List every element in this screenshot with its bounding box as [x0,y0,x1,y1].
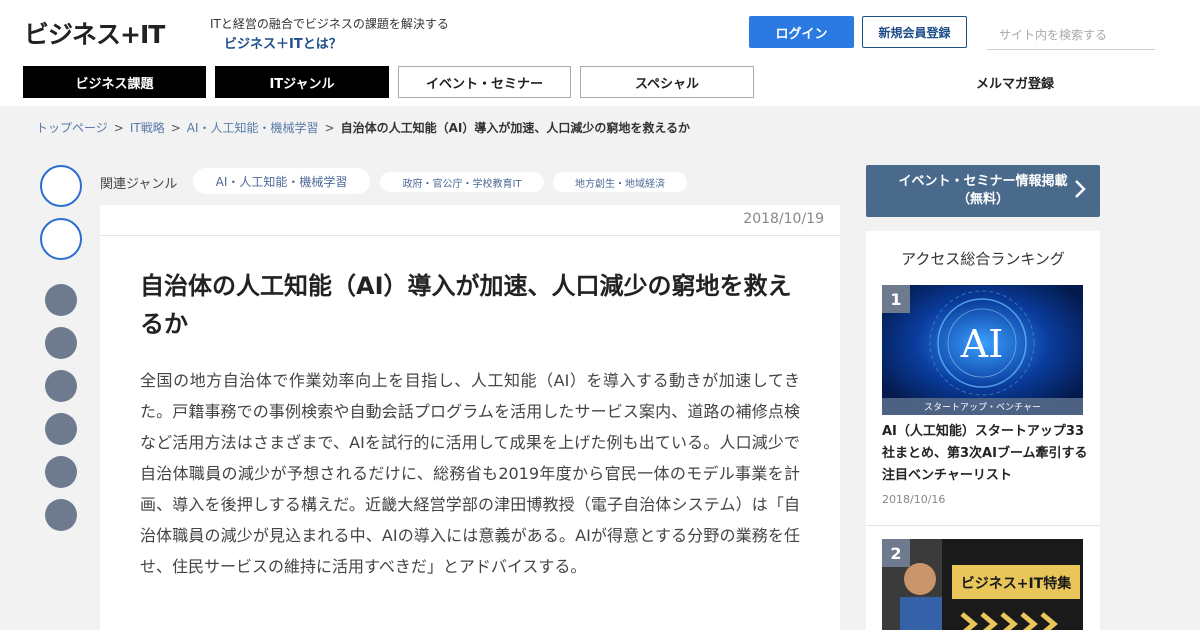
logo-text: ビジネス+IT [24,20,165,49]
nav-events[interactable]: イベント・セミナー [398,66,571,98]
site-tagline: ITと経営の融合でビジネスの課題を解決する [210,17,449,31]
genre-tag-regional[interactable]: 地方創生・地域経済 [553,172,687,192]
search-input[interactable] [987,20,1155,50]
rank-number-2: 2 [882,539,910,567]
breadcrumb-link-it-strategy[interactable]: IT戦略 [130,121,165,135]
genre-tag-ai[interactable]: AI・人工知能・機械学習 [193,168,370,194]
share-button-7[interactable] [45,456,77,488]
ranking-title: アクセス総合ランキング [901,250,1065,268]
breadcrumb-link-top[interactable]: トップページ [36,121,108,135]
site-logo[interactable]: ビジネス+IT [24,14,184,50]
article-date: 2018/10/19 [743,211,824,227]
article-title: 自治体の人工知能（AI）導入が加速、人口減少の窮地を救えるか [140,272,792,338]
related-genre-label: 関連ジャンル [100,177,178,192]
ai-brain-image: AI [882,285,1083,415]
ranking-divider [866,525,1100,526]
about-link[interactable]: ビジネス＋ITとは？ [224,33,342,52]
share-button-5[interactable] [45,370,77,402]
ranking-item-1-date: 2018/10/16 [882,493,946,506]
breadcrumb-link-ai[interactable]: AI・人工知能・機械学習 [187,121,319,135]
ranking-item-1-title[interactable]: AI（人工知能）スタートアップ33社まとめ、第3次AIブーム牽引する注目ベンチャ… [882,421,1088,487]
image-ai-text: AI [960,322,1003,366]
event-button-line1: イベント・セミナー情報掲載 [898,174,1068,189]
ranking-item-1-image[interactable]: AI 1 スタートアップ・ベンチャー [882,285,1083,415]
nav-it-genre[interactable]: ITジャンル [215,66,389,98]
banner-text: ビジネス+IT特集 [961,575,1072,592]
breadcrumb-current: 自治体の人工知能（AI）導入が加速、人口減少の窮地を救えるか [340,121,690,135]
article-card: 2018/10/19 自治体の人工知能（AI）導入が加速、人口減少の窮地を救える… [100,205,840,630]
event-listing-button[interactable]: イベント・セミナー情報掲載 （無料） [866,165,1100,217]
date-divider [100,235,840,236]
event-button-line2: （無料） [956,192,1009,207]
site-header: ビジネス+IT ITと経営の融合でビジネスの課題を解決する ビジネス＋ITとは？… [0,0,1200,106]
nav-business[interactable]: ビジネス課題 [23,66,206,98]
rank-category-caption: スタートアップ・ベンチャー [882,398,1083,415]
share-button-2[interactable] [40,218,82,260]
share-button-4[interactable] [45,327,77,359]
genre-tag-government[interactable]: 政府・官公庁・学校教育IT [380,172,544,192]
ranking-item-2-image[interactable]: ビジネス+IT特集 2 [882,539,1083,630]
feature-banner-image: ビジネス+IT特集 [882,539,1083,630]
nav-special[interactable]: スペシャル [580,66,754,98]
rank-number-1: 1 [882,285,910,313]
share-button-6[interactable] [45,413,77,445]
chevron-right-icon [1075,180,1086,198]
breadcrumb-separator: > [170,121,181,135]
article-body: 全国の地方自治体で作業効率向上を目指し、人工知能（AI）を導入する動きが加速して… [140,371,800,576]
share-button-8[interactable] [45,499,77,531]
share-button-1[interactable] [40,165,82,207]
register-button[interactable]: 新規会員登録 [862,16,967,48]
share-button-3[interactable] [45,284,77,316]
login-button[interactable]: ログイン [749,16,854,48]
breadcrumb-separator: > [324,121,335,135]
access-ranking: アクセス総合ランキング AI 1 スタートアップ・ベンチャー AI（人工知能）ス… [866,231,1100,630]
breadcrumb-separator: > [113,121,124,135]
breadcrumb: トップページ > IT戦略 > AI・人工知能・機械学習 > 自治体の人工知能（AI）導入が… [36,119,690,136]
nav-newsletter[interactable]: メルマガ登録 [930,66,1100,98]
